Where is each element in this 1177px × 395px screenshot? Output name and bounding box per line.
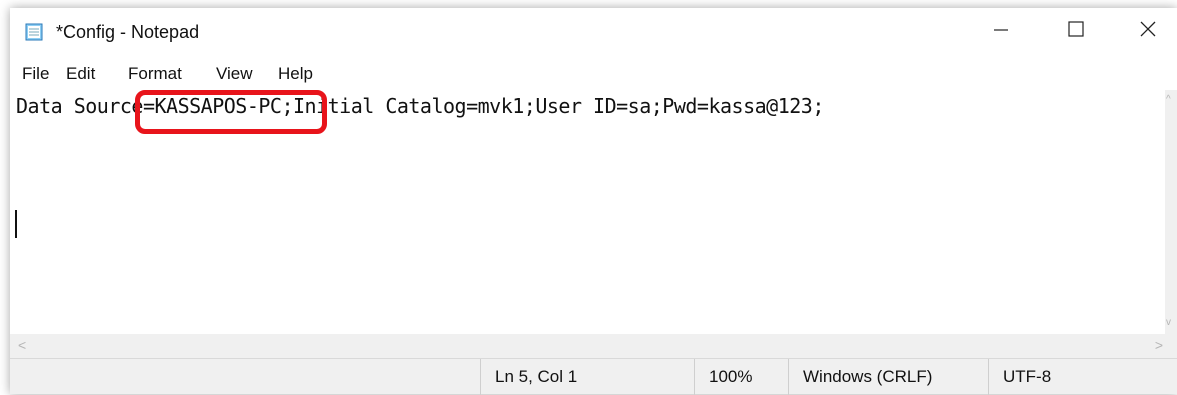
close-button[interactable] (1120, 8, 1176, 54)
menu-file[interactable]: File (22, 64, 49, 84)
notepad-icon (24, 22, 44, 42)
menu-edit[interactable]: Edit (66, 64, 95, 84)
status-zoom: 100% (694, 359, 788, 395)
title-bar: *Config - Notepad (10, 8, 1177, 58)
status-encoding: UTF-8 (988, 359, 1177, 395)
menu-bar: File Edit Format View Help (10, 64, 1177, 90)
window-title: *Config - Notepad (56, 22, 200, 42)
maximize-button[interactable] (1048, 8, 1104, 54)
menu-format[interactable]: Format (128, 64, 182, 84)
text-editor[interactable]: Data Source=KASSAPOS-PC;Initial Catalog=… (10, 90, 1165, 334)
close-icon (1140, 21, 1156, 42)
status-cursor-position: Ln 5, Col 1 (480, 359, 694, 395)
vertical-scrollbar[interactable]: ^ v (1165, 90, 1177, 334)
scroll-down-icon[interactable]: v (1166, 317, 1171, 328)
scroll-up-icon[interactable]: ^ (1166, 94, 1171, 105)
maximize-icon (1068, 20, 1084, 42)
notepad-window: *Config - Notepad File Edit Format View … (10, 8, 1177, 395)
minimize-button[interactable] (973, 8, 1029, 54)
status-bar: Ln 5, Col 1 100% Windows (CRLF) UTF-8 (10, 358, 1177, 395)
horizontal-scrollbar[interactable]: < > (10, 334, 1177, 358)
scroll-left-icon[interactable]: < (18, 337, 26, 353)
red-highlight-annotation (135, 90, 327, 134)
text-caret (15, 210, 17, 238)
menu-help[interactable]: Help (278, 64, 313, 84)
minimize-icon (994, 22, 1008, 41)
scroll-right-icon[interactable]: > (1155, 337, 1163, 353)
status-line-endings: Windows (CRLF) (788, 359, 988, 395)
menu-view[interactable]: View (216, 64, 253, 84)
